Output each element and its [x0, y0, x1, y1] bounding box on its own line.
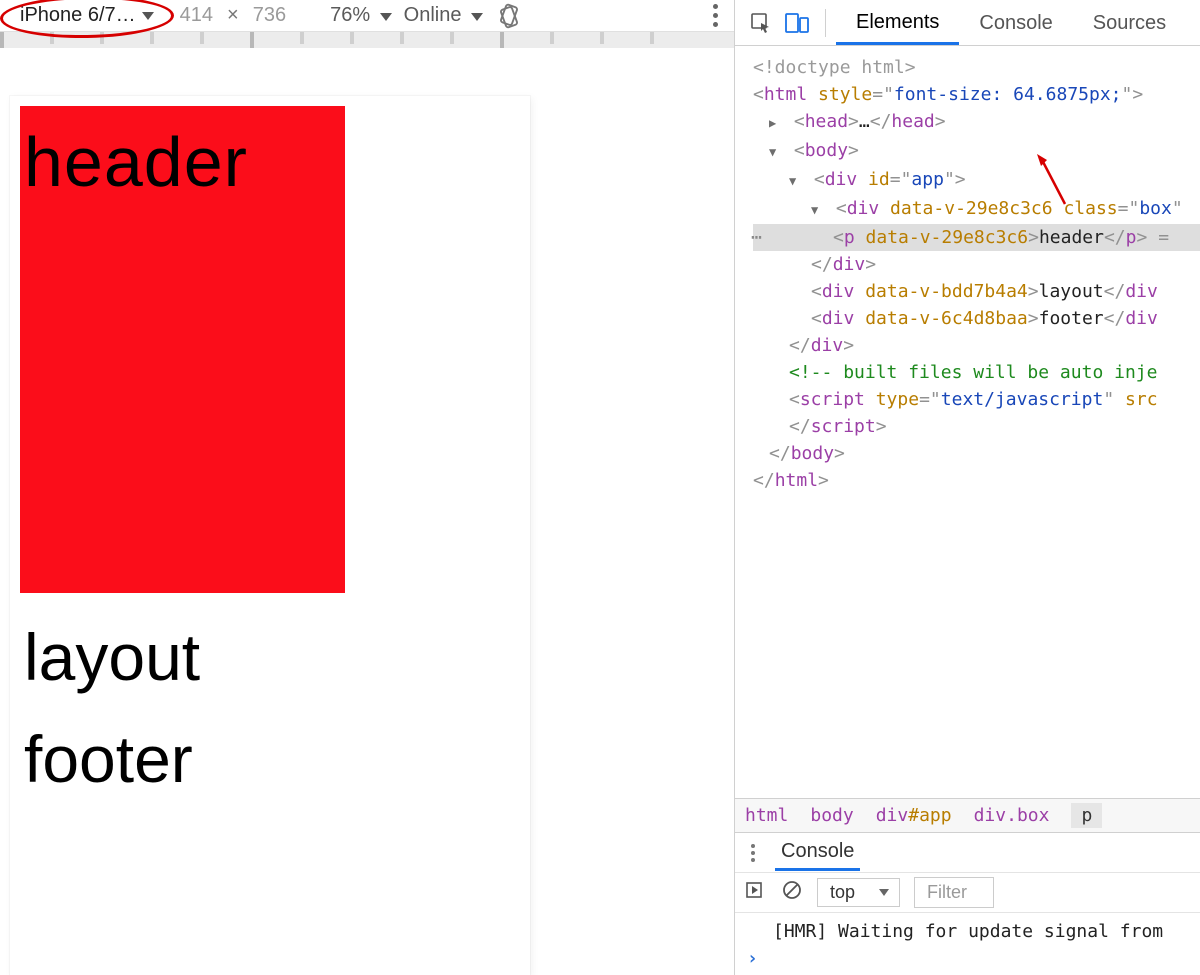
zoom-select[interactable]: 76%: [330, 4, 392, 27]
expand-caret-icon[interactable]: [769, 108, 783, 137]
breadcrumb-item[interactable]: body: [810, 805, 853, 826]
chevron-down-icon: [380, 13, 392, 21]
header-text: header: [20, 106, 248, 202]
inspect-icon[interactable]: [743, 5, 779, 41]
clear-console-icon[interactable]: [781, 879, 803, 906]
tree-row: <head>…</head>: [753, 108, 1200, 137]
breadcrumb-item-current[interactable]: p: [1071, 803, 1102, 828]
tree-row: <div data-v-29e8c3c6 class="box": [753, 195, 1200, 224]
network-select[interactable]: Online: [404, 4, 483, 27]
footer-text: footer: [20, 695, 520, 797]
tree-row: </html>: [753, 467, 1200, 494]
tree-row: </div>: [753, 332, 1200, 359]
elements-tree[interactable]: <!doctype html> <html style="font-size: …: [735, 46, 1200, 798]
kebab-menu-icon[interactable]: [745, 842, 761, 864]
console-prompt[interactable]: ›: [747, 948, 1188, 969]
rotate-icon[interactable]: [495, 2, 523, 30]
tree-row: </div>: [753, 251, 1200, 278]
tree-row-selected: <p data-v-29e8c3c6>header</p> =: [753, 224, 1200, 251]
tree-row: </script>: [753, 413, 1200, 440]
console-drawer-tab[interactable]: Console: [775, 834, 860, 871]
expand-caret-icon[interactable]: [811, 195, 825, 224]
chevron-down-icon: [142, 12, 154, 20]
tree-row: <body>: [753, 137, 1200, 166]
expand-caret-icon[interactable]: [789, 166, 803, 195]
viewport-width[interactable]: 414: [180, 4, 213, 27]
breadcrumb-item[interactable]: html: [745, 805, 788, 826]
console-log[interactable]: [HMR] Waiting for update signal from ›: [735, 912, 1200, 975]
filter-input[interactable]: Filter: [914, 877, 994, 908]
log-line: [HMR] Waiting for update signal from: [747, 919, 1188, 948]
context-select[interactable]: top: [817, 878, 900, 907]
tree-row: </body>: [753, 440, 1200, 467]
rendered-page: header layout footer: [10, 96, 530, 975]
breadcrumb-item[interactable]: div#app: [876, 805, 952, 826]
header-box: header: [20, 106, 345, 593]
devtools-pane: Elements Console Sources <!doctype html>…: [735, 0, 1200, 975]
expand-caret-icon[interactable]: [769, 137, 783, 166]
tree-row: <!-- built files will be auto inje: [753, 359, 1200, 386]
tree-row: <div data-v-bdd7b4a4>layout</div: [753, 278, 1200, 305]
viewport-height[interactable]: 736: [253, 4, 286, 27]
device-toggle-icon[interactable]: [779, 5, 815, 41]
device-label: iPhone 6/7…: [20, 4, 136, 27]
tree-row: <script type="text/javascript" src: [753, 386, 1200, 413]
tree-row: <html style="font-size: 64.6875px;">: [753, 81, 1200, 108]
preview-canvas[interactable]: header layout footer: [0, 48, 734, 975]
tab-console[interactable]: Console: [959, 2, 1072, 43]
breadcrumb-item[interactable]: div.box: [974, 805, 1050, 826]
devtools-tab-bar: Elements Console Sources: [735, 0, 1200, 46]
kebab-menu-icon[interactable]: [703, 0, 728, 31]
console-drawer-header: Console: [735, 832, 1200, 872]
chevron-down-icon: [471, 13, 483, 21]
tree-row: <div id="app">: [753, 166, 1200, 195]
elements-breadcrumb[interactable]: html body div#app div.box p: [735, 798, 1200, 832]
step-icon[interactable]: [745, 880, 767, 905]
device-toolbar: iPhone 6/7… 414 × 736 76% Online: [0, 0, 734, 32]
tree-row: <!doctype html>: [753, 54, 1200, 81]
ruler: [0, 32, 734, 48]
dimension-separator: ×: [225, 4, 241, 27]
console-toolbar: top Filter: [735, 872, 1200, 912]
tab-elements[interactable]: Elements: [836, 1, 959, 45]
device-preview-pane: iPhone 6/7… 414 × 736 76% Online: [0, 0, 735, 975]
device-select[interactable]: iPhone 6/7…: [6, 2, 168, 29]
tree-row: <div data-v-6c4d8baa>footer</div: [753, 305, 1200, 332]
layout-text: layout: [20, 593, 520, 695]
tab-sources[interactable]: Sources: [1073, 2, 1186, 43]
